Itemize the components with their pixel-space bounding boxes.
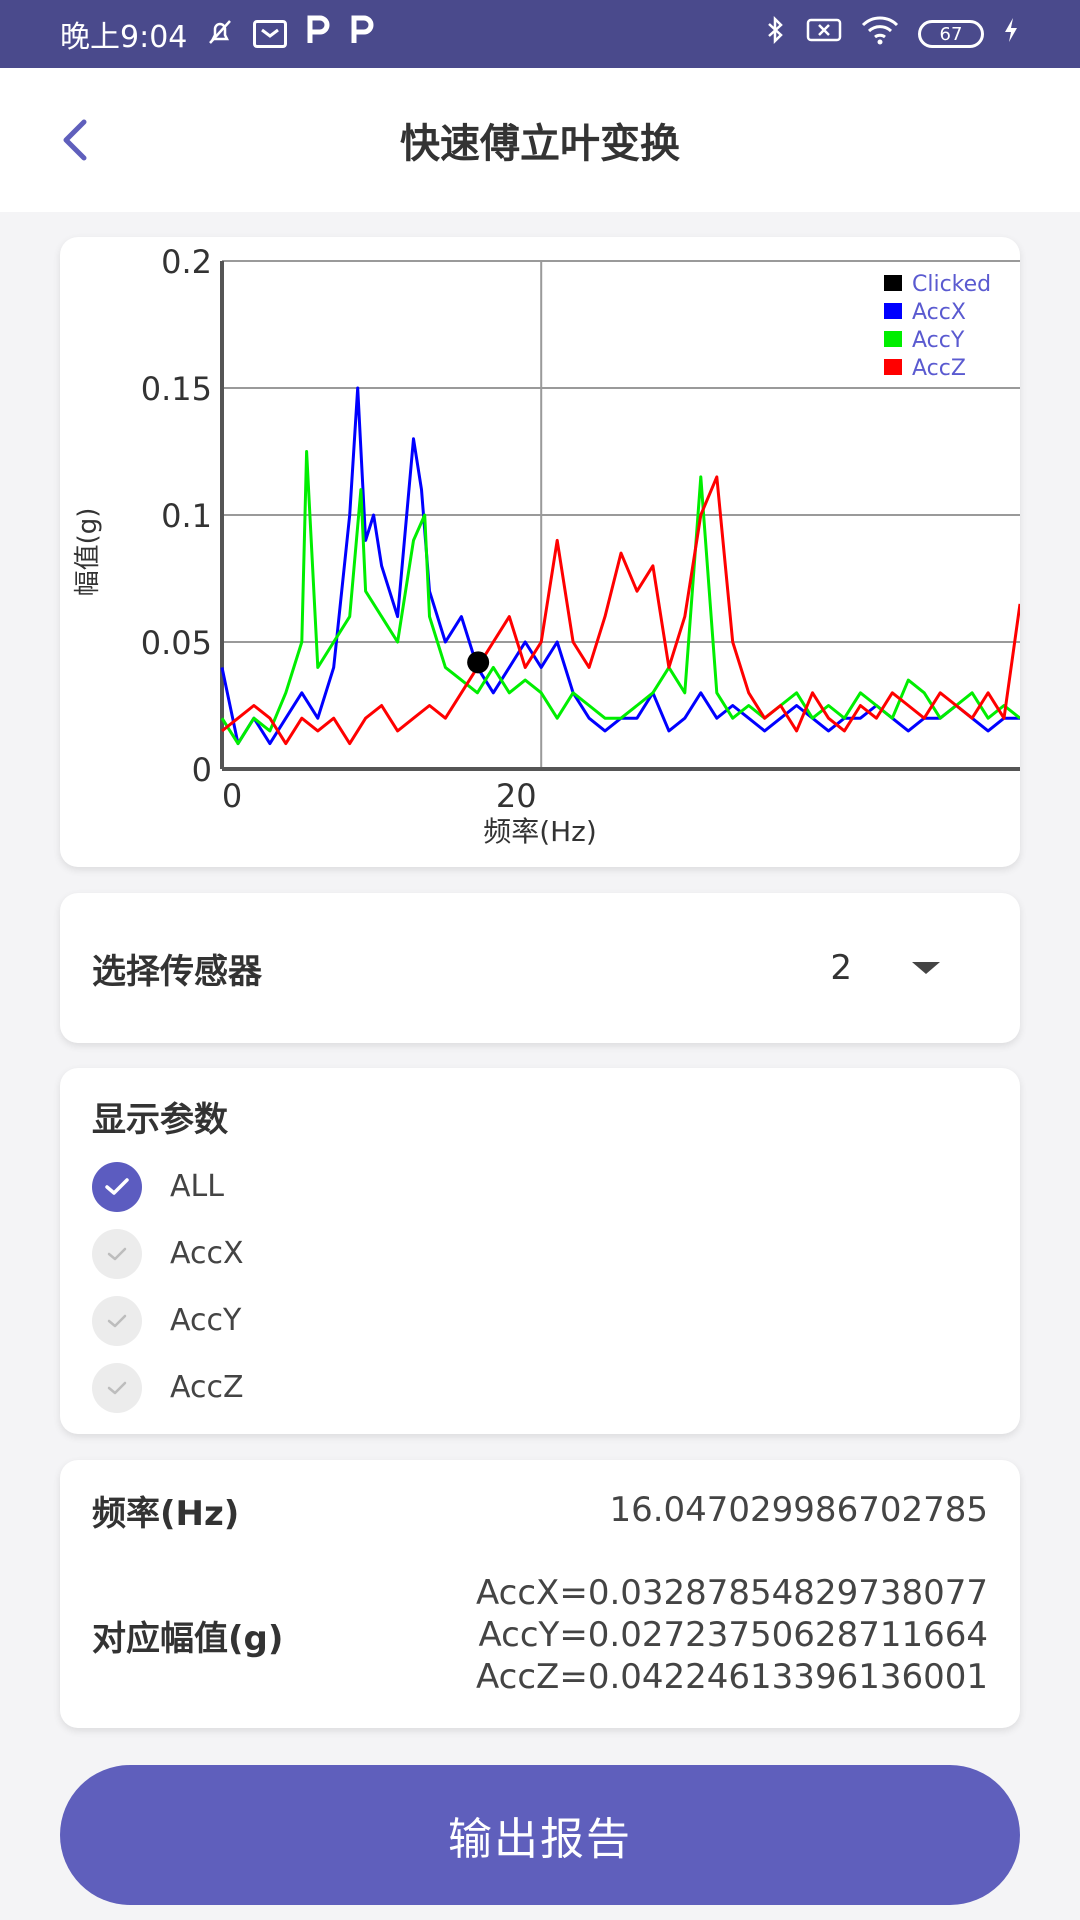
clicked-point-marker [467, 651, 490, 674]
legend-swatch-accy [884, 331, 902, 347]
checkbox-all[interactable]: ALL [92, 1153, 988, 1220]
legend-label-accx: AccX [912, 300, 966, 325]
page-title: 快速傅立叶变换 [400, 121, 680, 167]
frequency-label: 频率(Hz) [92, 1493, 240, 1534]
sensor-select-card: 选择传感器 2 [60, 893, 1020, 1043]
series-line-accx [220, 386, 1020, 746]
legend-label-clicked: Clicked [912, 272, 991, 297]
sim-icon [806, 16, 842, 52]
checkbox-accx[interactable]: AccX [92, 1220, 988, 1287]
status-bar-left: 晚上9:04 [60, 12, 375, 56]
checkbox-label: AccZ [170, 1370, 244, 1405]
legend-swatch-accx [884, 303, 902, 319]
legend-label-accz: AccZ [912, 356, 966, 381]
y-tick-label: 0.1 [161, 497, 212, 535]
checkbox-unchecked-icon [92, 1362, 142, 1413]
wifi-icon [860, 15, 900, 53]
checkbox-unchecked-icon [92, 1228, 142, 1279]
amplitude-accx: AccX=0.03287854829738077 [475, 1573, 988, 1613]
charging-icon [1002, 16, 1020, 52]
sensor-dropdown-value: 2 [830, 948, 852, 988]
sensor-select-label: 选择传感器 [92, 951, 262, 992]
checkbox-label: AccY [170, 1303, 242, 1338]
legend-label-accy: AccY [912, 328, 965, 353]
chevron-left-icon [63, 119, 87, 161]
p-icon [349, 15, 375, 53]
battery-level: 67 [918, 20, 984, 48]
battery-icon: 67 [918, 20, 984, 48]
bluetooth-icon [764, 15, 788, 53]
display-params-card: 显示参数 ALL AccX AccY AccZ [60, 1068, 1020, 1434]
x-axis-label: 频率(Hz) [483, 815, 597, 848]
amplitude-accy: AccY=0.02723750628711664 [478, 1615, 989, 1655]
amplitude-accz: AccZ=0.04224613396136001 [475, 1657, 988, 1697]
series-line-accz [221, 475, 1020, 746]
x-tick-label: 0 [222, 777, 242, 815]
frequency-value: 16.047029986702785 [609, 1490, 988, 1530]
amplitude-label: 对应幅值(g) [92, 1618, 284, 1659]
checkbox-checked-icon [92, 1161, 142, 1212]
display-params-title: 显示参数 [92, 1100, 228, 1140]
legend-swatch-accz [884, 359, 902, 375]
amplitude-row: 对应幅值(g) AccX=0.03287854829738077 AccY=0.… [92, 1560, 988, 1710]
status-bar: 晚上9:04 67 [0, 0, 1080, 68]
y-axis-label: 幅值(g) [73, 508, 103, 597]
app-bar: 快速傅立叶变换 [0, 68, 1080, 212]
checkbox-label: ALL [170, 1169, 224, 1204]
p-icon [305, 15, 331, 53]
mute-bell-icon [205, 17, 235, 52]
result-card: 频率(Hz) 16.047029986702785 对应幅值(g) AccX=0… [60, 1460, 1020, 1728]
checkbox-accy[interactable]: AccY [92, 1287, 988, 1354]
fft-chart-card: 0 0.05 0.1 0.15 0.2 0 20 频率(Hz) 幅值(g) Clicked AccX… [60, 237, 1020, 867]
fft-chart[interactable]: 0 0.05 0.1 0.15 0.2 0 20频率(Hz) 幅值(g) Clicked AccX… [60, 237, 1020, 867]
frequency-row: 频率(Hz) 16.047029986702785 [92, 1460, 988, 1560]
y-tick-label: 0.15 [141, 370, 212, 408]
amplitude-values: AccX=0.03287854829738077 AccY=0.02723750… [476, 1572, 988, 1698]
status-bar-right: 67 [764, 15, 1020, 53]
sensor-dropdown[interactable]: 2 [830, 893, 940, 1043]
clock: 晚上9:04 [60, 20, 188, 55]
x-tick-label: 20 [496, 777, 537, 815]
export-report-button[interactable]: 输出报告 [60, 1765, 1020, 1905]
legend-swatch-clicked [884, 275, 902, 291]
y-tick-label: 0.2 [161, 243, 212, 281]
y-tick-label: 0.05 [141, 624, 212, 662]
back-button[interactable] [40, 104, 112, 176]
dropdown-arrow-icon [912, 962, 940, 974]
y-tick-label: 0 [192, 751, 212, 789]
checkbox-unchecked-icon [92, 1295, 142, 1346]
checkbox-label: AccX [170, 1236, 244, 1271]
app-notification-icon [253, 20, 288, 48]
checkbox-accz[interactable]: AccZ [92, 1354, 988, 1421]
